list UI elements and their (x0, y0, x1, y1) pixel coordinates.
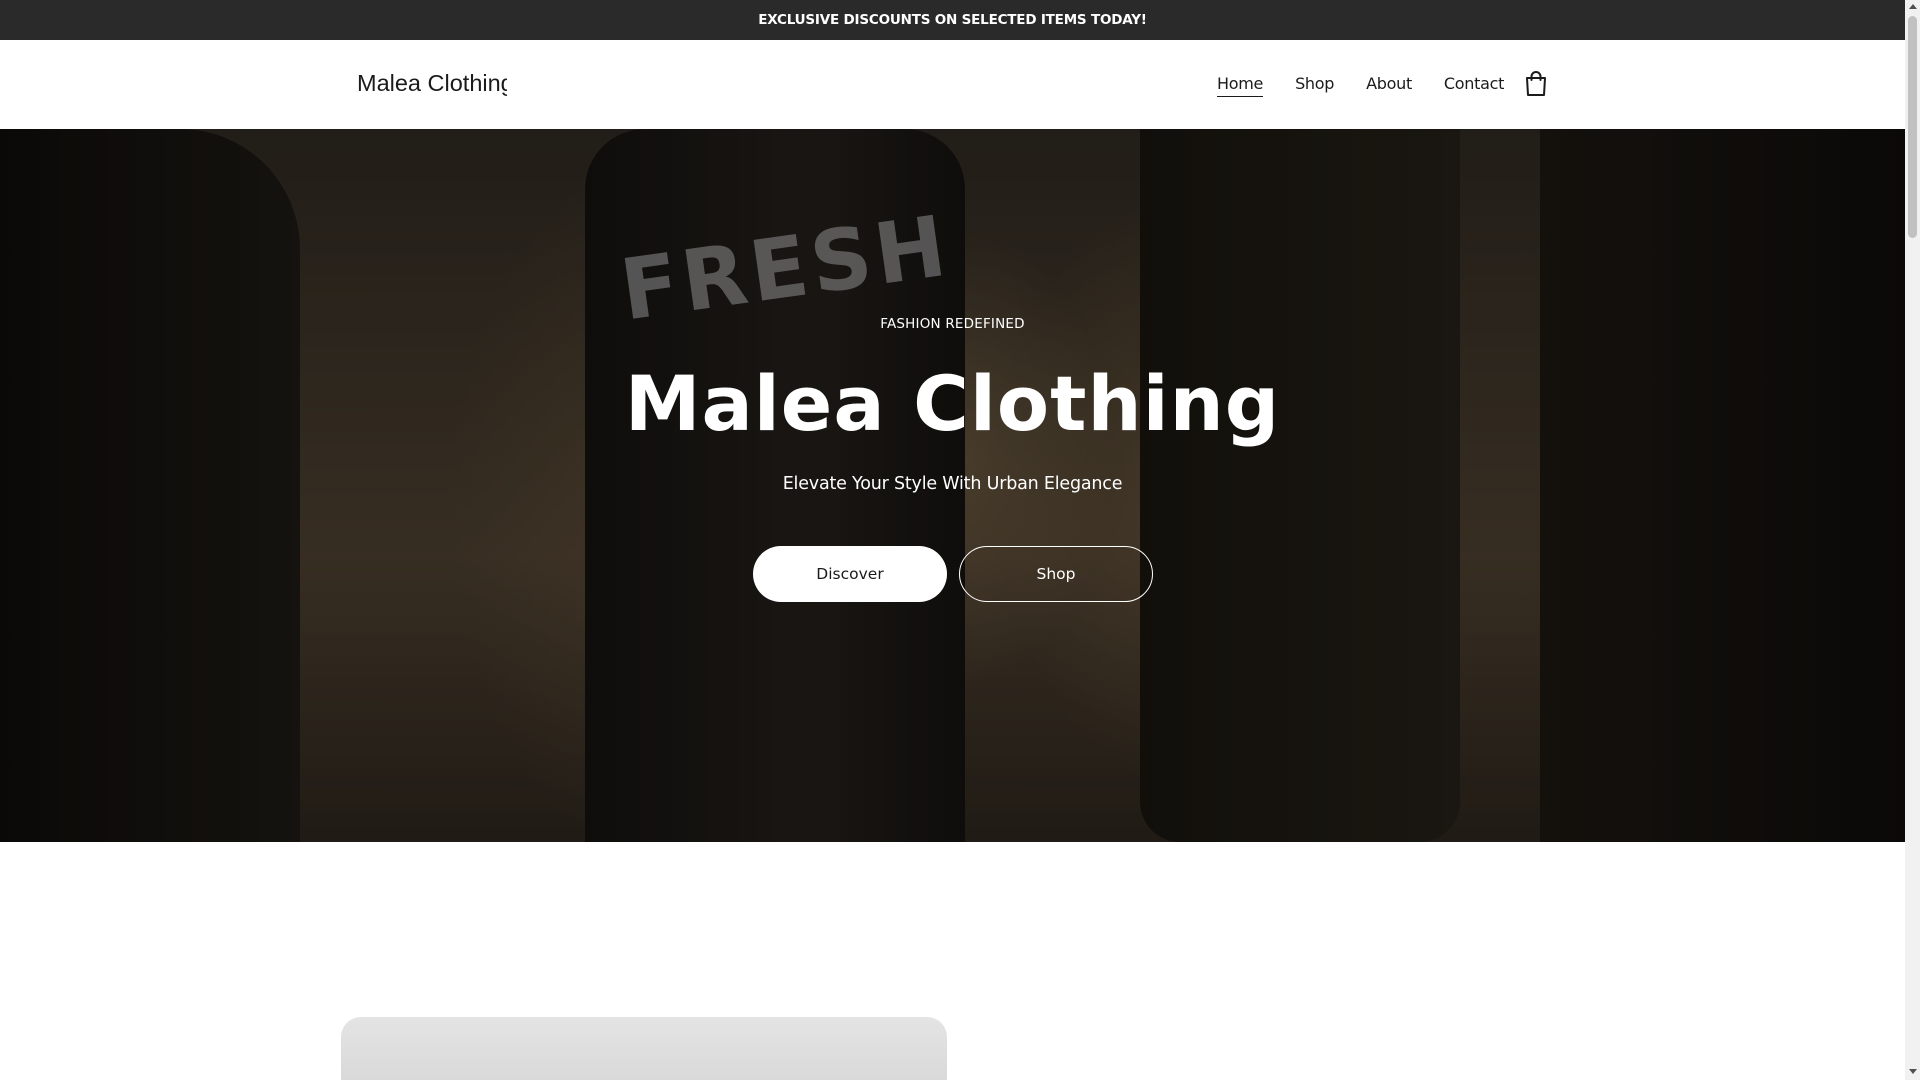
discover-button[interactable]: Discover (753, 546, 947, 602)
nav-contact[interactable]: Contact (1444, 74, 1504, 97)
shopping-bag-icon[interactable] (1523, 70, 1549, 98)
hero-buttons: Discover Shop (753, 546, 1153, 602)
announcement-bar: EXCLUSIVE DISCOUNTS ON SELECTED ITEMS TO… (0, 0, 1905, 40)
hero-subtitle: Elevate Your Style With Urban Elegance (782, 474, 1123, 494)
main-nav: Home Shop About Contact (1217, 74, 1536, 97)
nav-home[interactable]: Home (1217, 74, 1263, 97)
nav-about[interactable]: About (1366, 74, 1412, 97)
shop-button[interactable]: Shop (959, 546, 1153, 602)
scrollbar-thumb[interactable] (1908, 16, 1917, 238)
scroll-down-arrow-icon[interactable] (1909, 1069, 1917, 1074)
page: EXCLUSIVE DISCOUNTS ON SELECTED ITEMS TO… (0, 0, 1905, 1080)
vertical-scrollbar[interactable] (1905, 0, 1920, 1080)
hero-title: Malea Clothing (624, 359, 1281, 448)
site-header: Malea Clothing Home Shop About Contact (0, 40, 1905, 129)
featured-section (0, 842, 1905, 1080)
hero-section: FRESH FASHION REDEFINED Malea Clothing E… (0, 129, 1905, 842)
hero-eyebrow: FASHION REDEFINED (880, 316, 1025, 332)
nav-shop[interactable]: Shop (1295, 74, 1334, 97)
scroll-up-arrow-icon[interactable] (1909, 4, 1917, 9)
announcement-text: EXCLUSIVE DISCOUNTS ON SELECTED ITEMS TO… (758, 12, 1147, 28)
featured-image-card[interactable] (341, 1017, 947, 1080)
hero-content: FASHION REDEFINED Malea Clothing Elevate… (0, 129, 1905, 842)
site-logo[interactable]: Malea Clothing (357, 71, 507, 97)
